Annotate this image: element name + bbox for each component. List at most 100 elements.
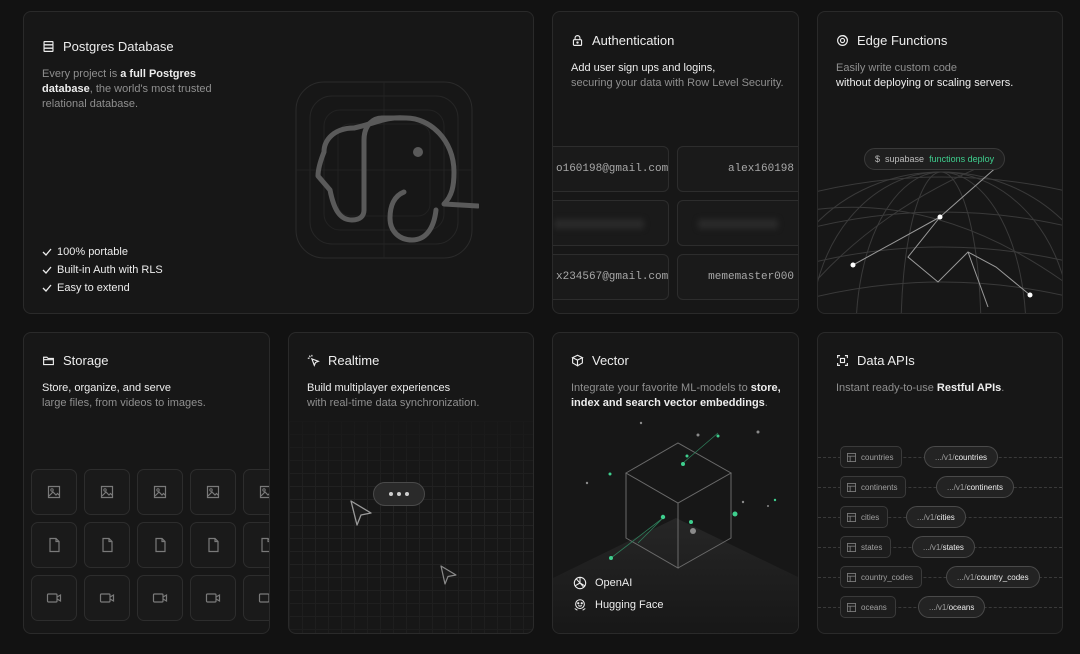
- check-icon: [42, 266, 52, 274]
- file-icon: [102, 537, 113, 553]
- storage-header: Storage: [42, 353, 109, 368]
- storage-tile: [31, 469, 77, 515]
- table-icon: [847, 512, 856, 522]
- image-icon: [206, 485, 220, 499]
- table-icon: [847, 452, 856, 462]
- email-field: x234567@gmail.com: [553, 254, 669, 300]
- api-row: oceans .../v1/oceans: [818, 596, 1062, 618]
- table-chip: states: [840, 536, 892, 558]
- api-row: country_codes .../v1/country_codes: [818, 566, 1062, 588]
- table-name: states: [861, 542, 883, 552]
- cursor-icon: [350, 500, 372, 526]
- list-item: Built-in Auth with RLS: [42, 261, 163, 279]
- api-row: continents .../v1/continents: [818, 476, 1062, 498]
- realtime-header: Realtime: [307, 353, 379, 368]
- api-row: cities .../v1/cities: [818, 506, 1062, 528]
- storage-tile: [243, 469, 269, 515]
- database-icon: [43, 41, 54, 52]
- check-icon: [42, 284, 52, 292]
- postgres-feature-list: 100% portable Built-in Auth with RLS Eas…: [42, 243, 163, 297]
- file-icon: [261, 537, 269, 553]
- edge-title: Edge Functions: [857, 33, 948, 48]
- postgres-description: Every project is a full Postgres databas…: [42, 68, 212, 110]
- table-chip: countries: [840, 446, 903, 468]
- vector-description: Integrate your favorite ML-models to sto…: [571, 382, 781, 409]
- vendor-openai: OpenAI: [573, 576, 632, 590]
- video-icon: [152, 593, 168, 603]
- endpoint-chip: .../v1/states: [912, 536, 975, 558]
- check-icon: [42, 248, 52, 256]
- storage-card[interactable]: Storage Store, organize, and serve large…: [23, 332, 270, 634]
- vendor-hugging-face: Hugging Face: [573, 598, 664, 612]
- hugging-face-icon: [574, 599, 586, 611]
- openai-icon: [573, 576, 587, 590]
- apis-header: Data APIs: [836, 353, 915, 368]
- api-row: states .../v1/states: [818, 536, 1062, 558]
- typing-indicator: [373, 482, 425, 506]
- storage-tile: [84, 522, 130, 568]
- api-row: countries .../v1/countries: [818, 446, 1062, 468]
- file-icon: [208, 537, 219, 553]
- auth-title: Authentication: [592, 33, 675, 48]
- folder-icon: [43, 356, 54, 366]
- image-icon: [153, 485, 167, 499]
- table-chip: cities: [840, 506, 889, 528]
- apis-title: Data APIs: [857, 353, 915, 368]
- edge-header: Edge Functions: [836, 33, 947, 48]
- table-chip: oceans: [840, 596, 896, 618]
- vector-card[interactable]: Vector Integrate your favorite ML-models…: [552, 332, 799, 634]
- table-chip: country_codes: [840, 566, 923, 588]
- table-icon: [847, 482, 856, 492]
- file-icon: [49, 537, 60, 553]
- vector-header: Vector: [571, 353, 629, 368]
- auth-description: Add user sign ups and logins, securing y…: [571, 62, 784, 89]
- storage-tile: [190, 575, 236, 621]
- video-icon: [205, 593, 221, 603]
- video-icon: [46, 593, 62, 603]
- storage-tile: [137, 469, 183, 515]
- cursor-click-icon: [307, 354, 320, 367]
- endpoint-chip: .../v1/continents: [936, 476, 1015, 498]
- storage-tile: [190, 522, 236, 568]
- auth-header: Authentication: [571, 33, 674, 48]
- data-apis-card[interactable]: Data APIs Instant ready-to-use Restful A…: [817, 332, 1063, 634]
- table-icon: [847, 542, 856, 552]
- realtime-title: Realtime: [328, 353, 380, 368]
- postgres-header: Postgres Database: [42, 39, 174, 54]
- storage-tile: [137, 575, 183, 621]
- image-icon: [259, 485, 269, 499]
- table-name: cities: [861, 512, 880, 522]
- email-field: o160198@gmail.com: [553, 146, 669, 192]
- postgres-title: Postgres Database: [63, 39, 174, 54]
- endpoint-chip: .../v1/oceans: [918, 596, 986, 618]
- postgres-card[interactable]: Postgres Database Every project is a ful…: [23, 11, 534, 314]
- email-field: [553, 200, 669, 246]
- table-icon: [847, 602, 856, 612]
- globe-illustration: [818, 162, 1062, 313]
- endpoint-chip: .../v1/country_codes: [946, 566, 1040, 588]
- video-icon: [258, 593, 269, 603]
- endpoint-chip: .../v1/countries: [924, 446, 999, 468]
- image-icon: [47, 485, 61, 499]
- data-api-icon: [837, 355, 848, 366]
- cube-icon: [571, 354, 584, 367]
- table-name: continents: [861, 482, 898, 492]
- table-chip: continents: [840, 476, 907, 498]
- storage-title: Storage: [63, 353, 109, 368]
- storage-tile: [243, 575, 269, 621]
- realtime-grid-background: [289, 421, 533, 633]
- realtime-card[interactable]: Realtime Build multiplayer experiences w…: [288, 332, 534, 634]
- authentication-card[interactable]: Authentication Add user sign ups and log…: [552, 11, 799, 314]
- storage-tile: [84, 575, 130, 621]
- storage-tile: [190, 469, 236, 515]
- storage-tile: [31, 522, 77, 568]
- table-name: countries: [861, 452, 894, 462]
- username-field: [677, 200, 798, 246]
- username-field: alex160198: [677, 146, 798, 192]
- edge-functions-card[interactable]: Edge Functions Easily write custom code …: [817, 11, 1063, 314]
- apis-description: Instant ready-to-use Restful APIs.: [836, 382, 1005, 394]
- list-item: Easy to extend: [42, 279, 163, 297]
- cursor-icon: [440, 565, 457, 585]
- deploy-command-pill: $ supabase functions deploy: [864, 148, 1006, 170]
- postgres-elephant-illustration: [295, 81, 479, 259]
